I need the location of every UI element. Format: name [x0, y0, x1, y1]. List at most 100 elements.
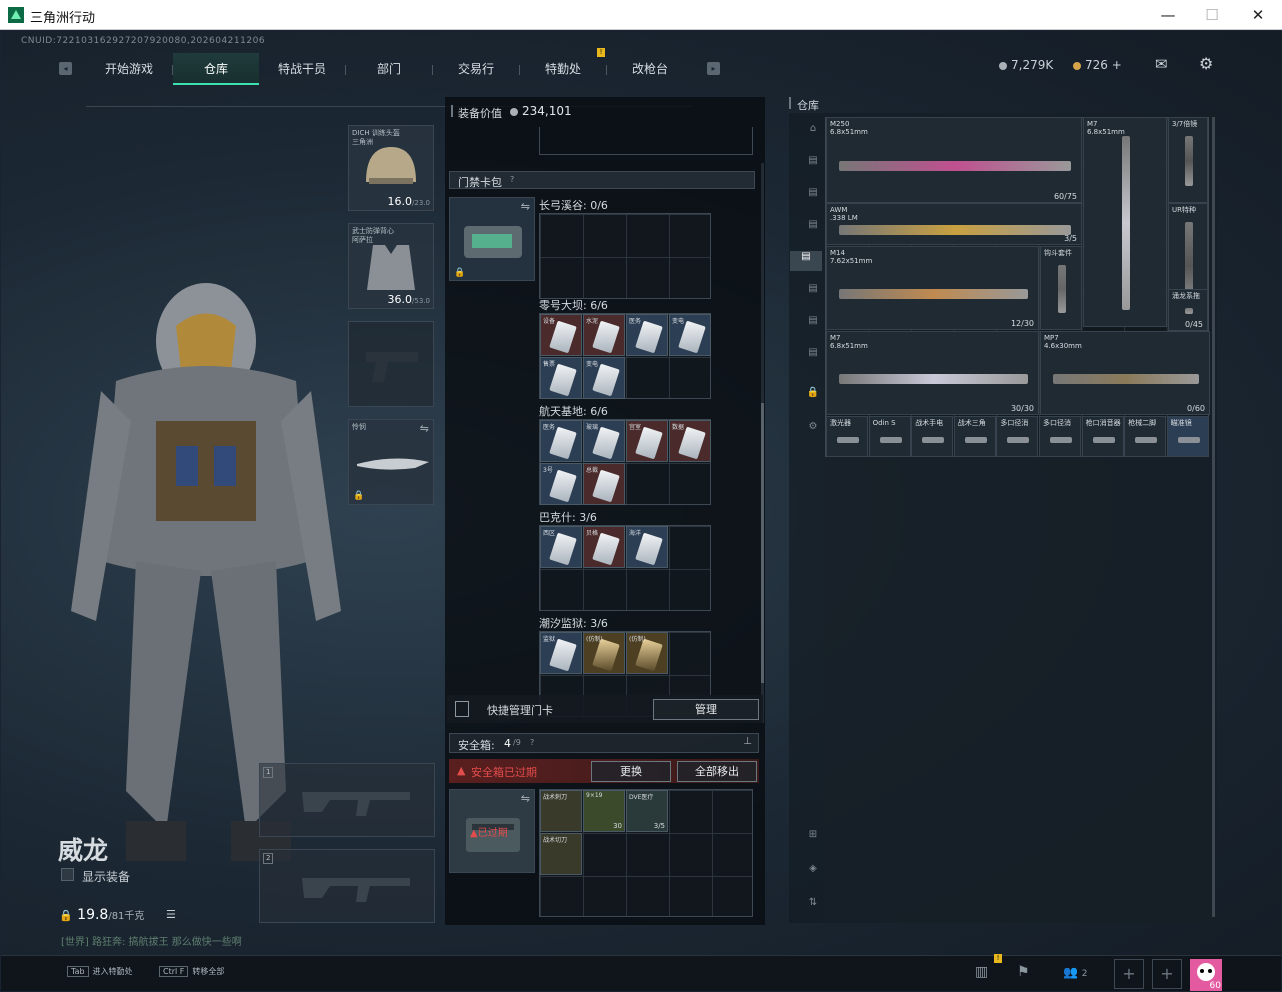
keycard-item[interactable]: 变电: [583, 357, 625, 399]
tab-gunsmith[interactable]: 改枪台: [607, 53, 693, 85]
list-icon[interactable]: ☰: [166, 908, 176, 921]
armor-slot[interactable]: 武士防弹背心 阿萨拉 36.0/53.0: [348, 223, 434, 309]
sidebar-layers-icon[interactable]: ◈: [801, 863, 825, 883]
move-all-button[interactable]: 全部移出: [677, 761, 757, 782]
keycard-item[interactable]: 西区: [540, 526, 582, 568]
warehouse-weapon[interactable]: AWM .338 LM 3/5: [826, 203, 1082, 245]
help-icon[interactable]: ?: [510, 175, 514, 184]
warehouse-attachment[interactable]: 多口径消: [1039, 416, 1081, 457]
keycard-item[interactable]: 3号: [540, 463, 582, 505]
tab-department[interactable]: 部门: [346, 53, 432, 85]
keycard-item[interactable]: 总裁: [583, 463, 625, 505]
warehouse-attachment[interactable]: Odin S: [868, 416, 911, 457]
mail-icon[interactable]: ✉: [1155, 55, 1168, 73]
keycard-swap-icon[interactable]: ⇋: [521, 200, 530, 213]
keycard-item[interactable]: 设备: [540, 314, 582, 356]
warehouse-attachment[interactable]: 战术三角: [953, 416, 996, 457]
keycard-icon: [549, 638, 577, 672]
show-gear-checkbox[interactable]: [61, 868, 74, 881]
sidebar-page-3[interactable]: ▤: [801, 219, 825, 239]
attachment-icon: [1177, 437, 1200, 443]
notice-badge: !: [597, 48, 605, 57]
add-party-slot-2[interactable]: +: [1152, 959, 1182, 989]
warehouse-attachment[interactable]: 激光器: [826, 416, 868, 457]
keycard-pack-slot[interactable]: ⇋ 🔒: [449, 197, 535, 281]
keycard-item[interactable]: 医务: [626, 314, 668, 356]
safe-item[interactable]: 9×19 30: [583, 790, 625, 832]
hint-transfer-all[interactable]: Ctrl F 转移全部: [159, 966, 224, 977]
safe-swap-icon[interactable]: ⇋: [521, 792, 530, 805]
tab-start-game[interactable]: 开始游戏: [86, 53, 172, 85]
keycard-item[interactable]: 监狱: [540, 632, 582, 674]
warehouse-attachment[interactable]: 瞄准镜: [1166, 416, 1209, 457]
warehouse-attachment[interactable]: 枪口消音器: [1081, 416, 1124, 457]
primary-weapon-slot-1[interactable]: 1: [259, 763, 435, 837]
keycard-item[interactable]: 医务: [540, 420, 582, 462]
player-avatar[interactable]: 60: [1190, 959, 1222, 991]
keycard-item[interactable]: 宫室: [626, 420, 668, 462]
keycard-item[interactable]: (仿制): [626, 632, 668, 674]
close-button[interactable]: ✕: [1243, 4, 1273, 26]
sidebar-lock-icon[interactable]: 🔒: [801, 387, 825, 407]
tab-special-ops[interactable]: 特勤处: [520, 53, 606, 85]
warehouse-attachment[interactable]: 战术手电: [911, 416, 954, 457]
keycard-item[interactable]: 变电: [669, 314, 711, 356]
hint-special-ops[interactable]: Tab 进入特勤处: [67, 966, 133, 977]
keycard-item[interactable]: 水泥: [583, 314, 625, 356]
maximize-button[interactable]: ☐: [1197, 4, 1227, 26]
sidebar-settings-icon[interactable]: ⚙: [801, 421, 825, 441]
warehouse-weapon[interactable]: M250 6.8x51mm 60/75: [826, 117, 1082, 203]
warehouse-weapon[interactable]: 3/7倍镜: [1168, 117, 1208, 203]
warehouse-attachment[interactable]: 多口径消: [996, 416, 1039, 457]
sidebar-page-1[interactable]: ▤: [801, 155, 825, 175]
manage-button[interactable]: 管理: [653, 699, 759, 720]
safe-item[interactable]: 战术刺刀: [540, 790, 582, 832]
safe-item[interactable]: DVE医疗 3/5: [626, 790, 668, 832]
world-chat[interactable]: [世界] 路狂奔: 搞航拔王 那么做快一些啊: [61, 933, 242, 948]
sidebar-home-icon[interactable]: ⌂: [801, 123, 825, 143]
stats-icon[interactable]: ▥: [975, 964, 988, 980]
safe-help-icon[interactable]: ?: [530, 738, 534, 747]
sidebar-page-4-active[interactable]: ▤: [790, 251, 822, 271]
sidebar-page-5[interactable]: ▤: [801, 283, 825, 303]
tab-trade[interactable]: 交易行: [433, 53, 519, 85]
warehouse-weapon[interactable]: M7 6.8x51mm: [1083, 117, 1167, 327]
keycard-item[interactable]: 海洋: [626, 526, 668, 568]
warehouse-weapon[interactable]: 钩斗套件: [1040, 246, 1082, 330]
sidebar-page-6[interactable]: ▤: [801, 315, 825, 335]
helmet-slot[interactable]: DICH 训练头盔 三角洲 16.0/23.0: [348, 125, 434, 211]
safe-item[interactable]: 战术切刀: [540, 833, 582, 875]
add-party-slot-1[interactable]: +: [1114, 959, 1144, 989]
warehouse-weapon[interactable]: M14 7.62x51mm 12/30: [826, 246, 1039, 330]
keycard-item[interactable]: (仿制): [583, 632, 625, 674]
swap-icon[interactable]: ⇋: [420, 422, 429, 435]
flag-icon[interactable]: ⚑: [1017, 964, 1030, 980]
sidebar-page-7[interactable]: ▤: [801, 347, 825, 367]
minimize-button[interactable]: —: [1153, 4, 1183, 26]
pistol-slot[interactable]: [348, 321, 434, 407]
gold-add-button[interactable]: +: [1112, 58, 1122, 72]
tab-operators[interactable]: 特战干员: [259, 53, 345, 85]
keycard-item[interactable]: 玻璃: [583, 420, 625, 462]
melee-slot[interactable]: 怜悯 ⇋ 🔒: [348, 419, 434, 505]
warehouse-attachment[interactable]: 枪械二脚: [1124, 416, 1167, 457]
keycard-item[interactable]: 贝格: [583, 526, 625, 568]
warehouse-weapon[interactable]: M7 6.8x51mm 30/30: [826, 331, 1039, 415]
safe-box-slot[interactable]: ▲已过期 ⇋: [449, 789, 535, 873]
warehouse-weapon[interactable]: 涌龙系拖 0/45: [1168, 289, 1208, 331]
sidebar-sort-icon[interactable]: ⊞: [801, 829, 825, 849]
keycard-item[interactable]: 售票: [540, 357, 582, 399]
keycard-item[interactable]: 数据: [669, 420, 711, 462]
friends-indicator[interactable]: 👥 2: [1063, 965, 1088, 979]
weapon-name: MP7 4.6x30mm: [1044, 334, 1082, 350]
replace-button[interactable]: 更换: [591, 761, 671, 782]
settings-gear-icon[interactable]: ⚙: [1199, 54, 1213, 73]
primary-weapon-slot-2[interactable]: 2: [259, 849, 435, 923]
warehouse-weapon[interactable]: MP7 4.6x30mm 0/60: [1040, 331, 1210, 415]
tab-warehouse[interactable]: 仓库: [173, 53, 259, 85]
sidebar-transfer-icon[interactable]: ⇅: [801, 897, 825, 917]
pin-icon[interactable]: ⊥: [743, 736, 752, 747]
weapon-ammo-count: 3/5: [1064, 234, 1077, 243]
sidebar-page-2[interactable]: ▤: [801, 187, 825, 207]
nav-forward-icon[interactable]: ▸: [707, 62, 720, 75]
